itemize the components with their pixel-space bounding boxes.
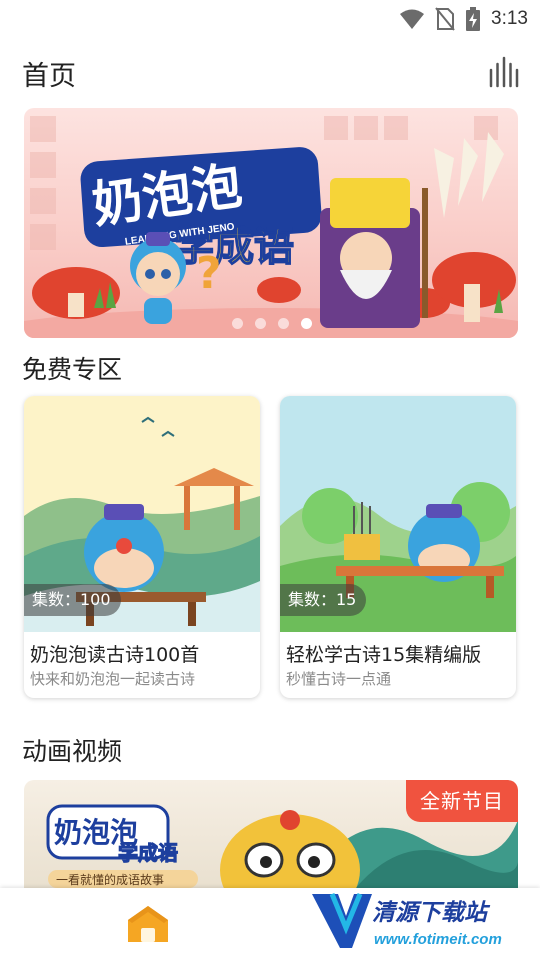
new-program-tag: 全新节目 — [406, 780, 518, 822]
bar-menu-icon[interactable] — [488, 56, 520, 88]
banner-carousel[interactable]: 奶泡泡 学成语 LEARNING WITH JENO ? — [24, 108, 518, 338]
battery-charging-icon — [466, 7, 481, 31]
carousel-dot[interactable] — [278, 318, 289, 329]
wifi-icon — [400, 9, 425, 29]
home-icon[interactable] — [126, 904, 170, 944]
video-card[interactable]: 奶泡泡 学成语 一看就懂的成语故事 全新节目 — [24, 780, 518, 890]
course-subtitle: 秒懂古诗一点通 — [286, 670, 392, 688]
video-logo-sub: 学成语 — [118, 841, 178, 865]
episode-count-badge: 集数：100 — [24, 584, 121, 616]
carousel-dot-active[interactable] — [301, 318, 312, 329]
status-time: 3:13 — [491, 8, 528, 29]
video-caption: 一看就懂的成语故事 — [56, 872, 164, 887]
course-subtitle: 快来和奶泡泡一起读古诗 — [30, 670, 196, 688]
watermark-logo: 清源下载站 www.fotimeit.com — [312, 893, 502, 948]
section-title-video: 动画视频 — [22, 737, 123, 766]
carousel-dot[interactable] — [232, 318, 243, 329]
svg-text:?: ? — [196, 248, 222, 299]
header: 首页 — [0, 44, 540, 100]
status-bar: 3:13 — [0, 0, 540, 36]
episode-count-badge: 集数：15 — [280, 584, 367, 616]
carousel-dot[interactable] — [255, 318, 266, 329]
course-card[interactable]: 集数：15 轻松学古诗15集精编版 秒懂古诗一点通 — [280, 396, 516, 698]
page-title: 首页 — [22, 61, 76, 92]
section-title-free: 免费专区 — [22, 355, 123, 384]
course-title: 轻松学古诗15集精编版 — [286, 644, 482, 666]
carousel-indicator — [232, 318, 312, 329]
no-sim-icon — [435, 7, 455, 31]
banner-illustration: 奶泡泡 学成语 LEARNING WITH JENO ? — [24, 116, 518, 338]
course-title: 奶泡泡读古诗100首 — [30, 644, 200, 666]
course-card[interactable]: 集数：100 奶泡泡读古诗100首 快来和奶泡泡一起读古诗 — [24, 396, 260, 698]
bottom-nav: 清源下载站 www.fotimeit.com — [0, 888, 540, 960]
watermark-brand: 清源下载站 — [372, 900, 491, 926]
watermark-url: www.fotimeit.com — [374, 931, 502, 948]
